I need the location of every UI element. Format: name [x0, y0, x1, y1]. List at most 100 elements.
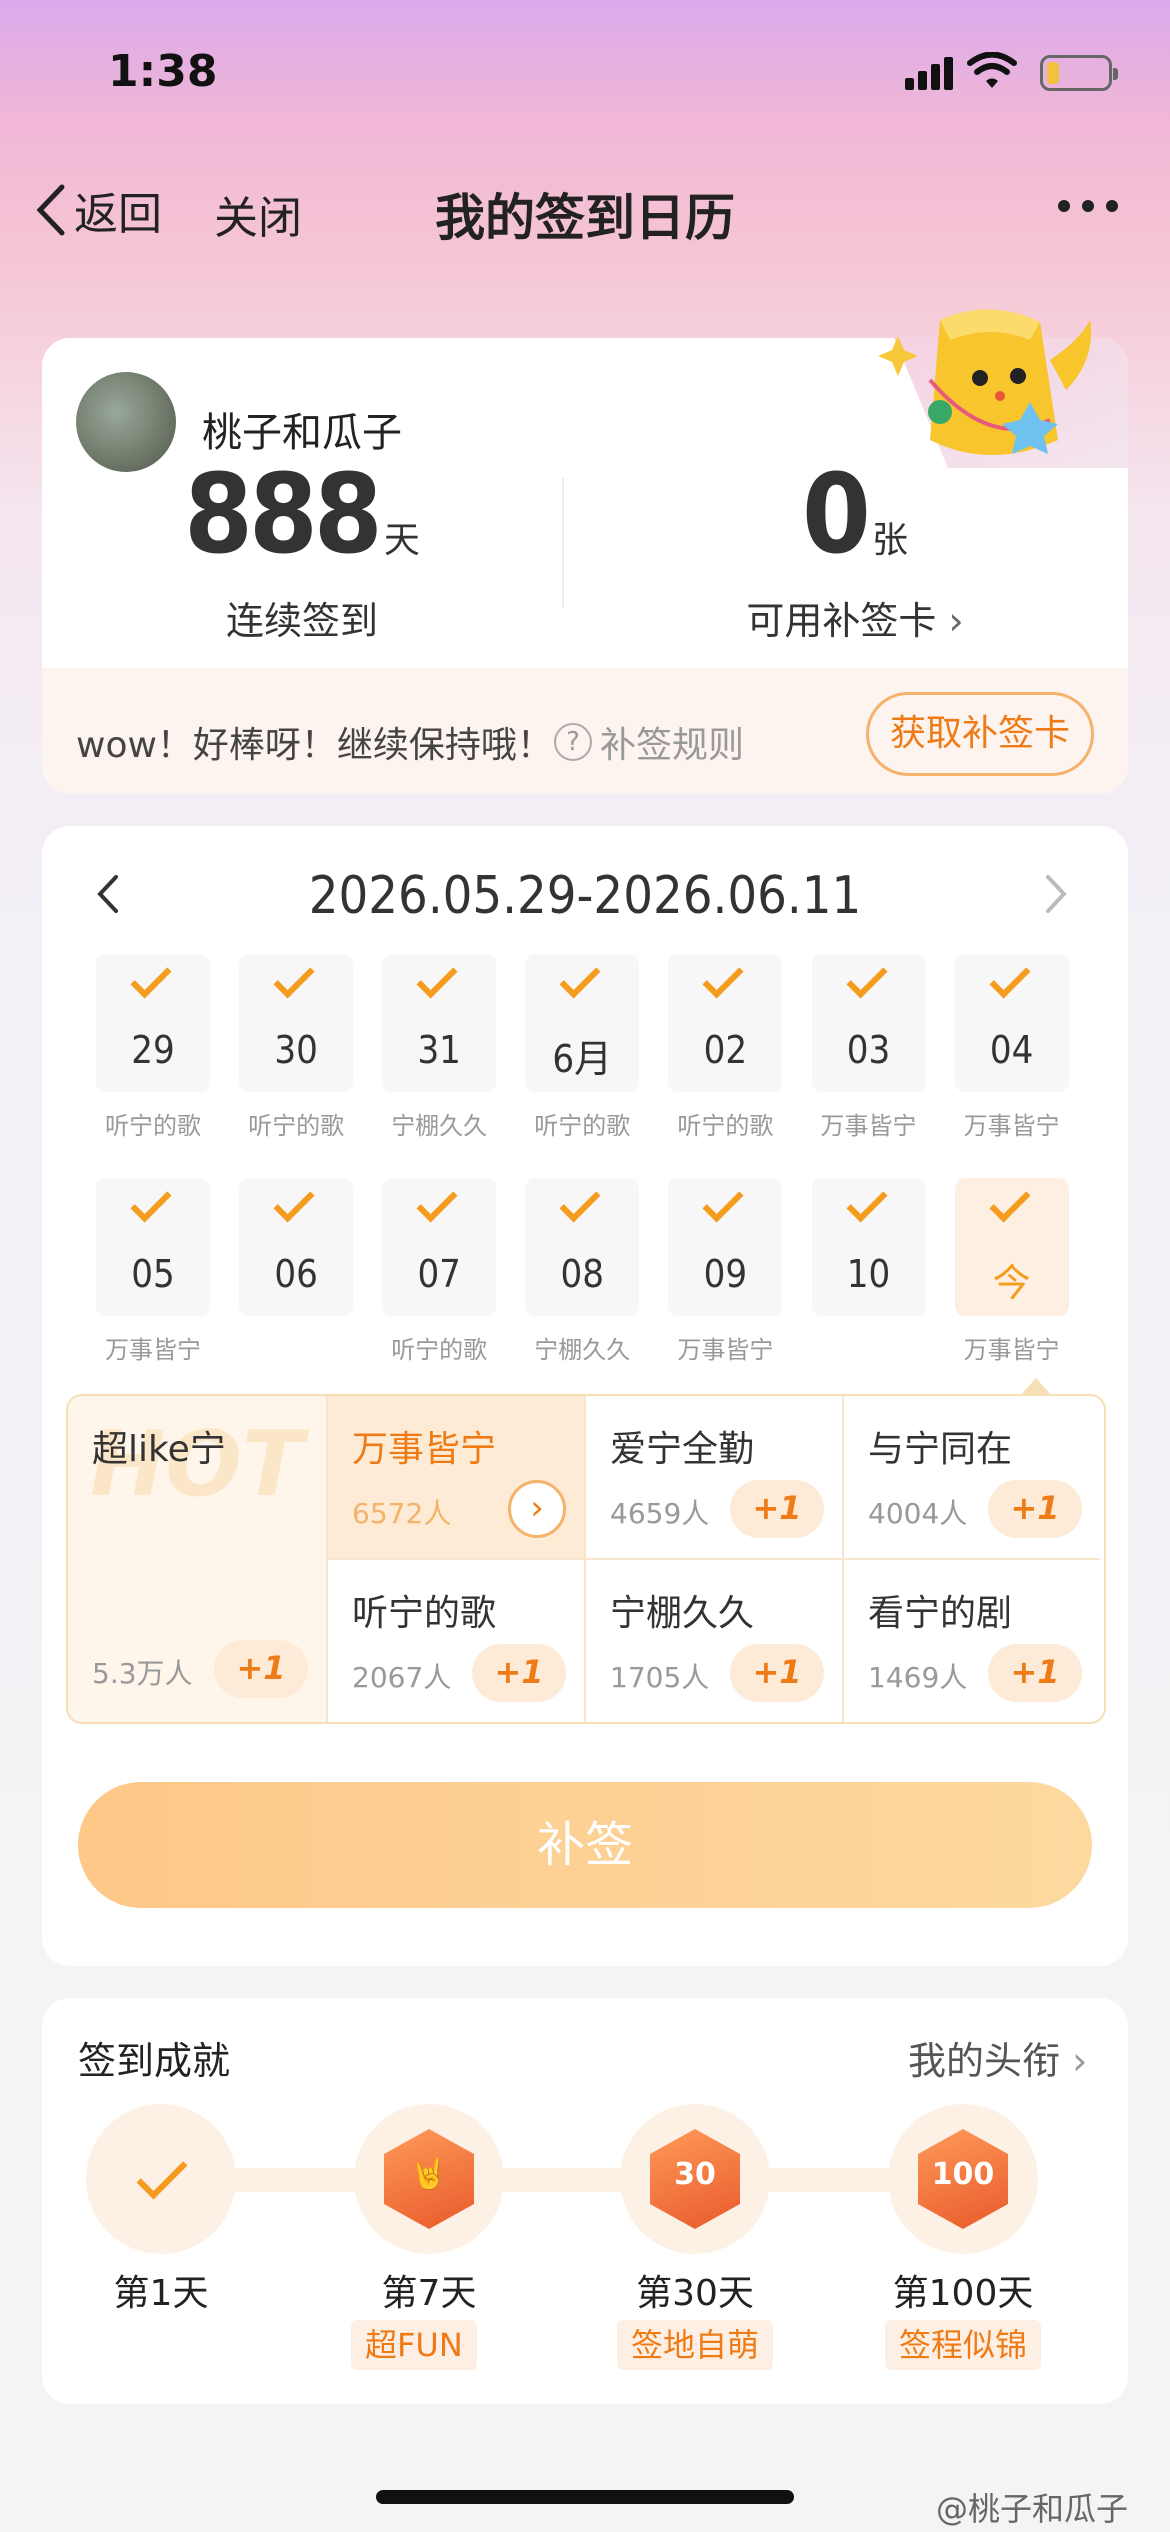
day-number: 09	[703, 1252, 748, 1296]
question-icon: ?	[554, 723, 592, 761]
day-number: 6月	[552, 1037, 613, 1081]
category-name: 爱宁全勤	[610, 1429, 755, 1470]
calendar-day[interactable]: 07	[382, 1178, 497, 1316]
achievement-card: 签到成就 我的头衔 › 第1天 🤘 第7天 超FUN 30 第30天 签地自萌 100 第100…	[42, 1998, 1128, 2404]
check-icon	[273, 1181, 315, 1223]
category-name: 万事皆宁	[352, 1429, 497, 1470]
day-number: 今	[992, 1261, 1031, 1305]
category-option[interactable]: 爱宁全勤 4659人 +1	[584, 1396, 842, 1560]
category-count: 1469人	[868, 1661, 968, 1694]
tip-text: wow！好棒呀！继续保持哦！	[76, 725, 553, 766]
get-card-button[interactable]: 获取补签卡	[866, 692, 1094, 776]
day-number: 05	[131, 1252, 175, 1296]
achievement-badge[interactable]: 30	[620, 2104, 770, 2254]
cards-unit: 张	[871, 520, 908, 561]
check-icon	[136, 2148, 188, 2200]
achievement-day-label: 第100天	[892, 2273, 1034, 2314]
calendar-card: 2026.05.29-2026.06.11 29 听宁的歌 30 听宁的歌 31 宁棚久久…	[42, 826, 1128, 1966]
plus-one-button[interactable]: +1	[730, 1480, 824, 1538]
chevron-right-icon: ›	[1072, 2039, 1088, 2083]
my-titles-label: 我的头衔	[908, 2039, 1061, 2083]
category-name: 听宁的歌	[352, 1593, 497, 1634]
day-number: 10	[846, 1252, 891, 1296]
calendar-day[interactable]: 04	[954, 954, 1069, 1092]
battery-icon	[1040, 55, 1118, 91]
day-number: 02	[703, 1028, 748, 1072]
achievement-day1[interactable]	[86, 2104, 236, 2254]
category-option[interactable]: 听宁的歌 2067人 +1	[326, 1560, 584, 1722]
chevron-right-icon: ›	[948, 599, 964, 643]
cards-label: 可用补签卡	[746, 599, 937, 643]
category-super-like[interactable]: HOT 超like宁 5.3万人 +1	[68, 1396, 326, 1722]
category-option[interactable]: 万事皆宁 6572人 ›	[326, 1396, 584, 1560]
category-option[interactable]: 与宁同在 4004人 +1	[842, 1396, 1100, 1560]
calendar-day[interactable]: 6月	[525, 954, 640, 1092]
next-week-button[interactable]	[1044, 874, 1068, 925]
plus-one-button[interactable]: +1	[988, 1644, 1082, 1702]
achievement-title-tag: 超FUN	[351, 2320, 477, 2370]
calendar-day[interactable]: 05	[96, 1178, 210, 1316]
calendar-day-today[interactable]: 今	[954, 1178, 1069, 1316]
calendar-day[interactable]: 10	[811, 1178, 926, 1316]
category-count: 6572人	[352, 1497, 452, 1530]
badge-text: 🤘	[410, 2157, 448, 2192]
day-checkin-label: 万事皆宁	[677, 1336, 774, 1364]
more-options-icon[interactable]	[1058, 200, 1118, 212]
calendar-day[interactable]: 08	[525, 1178, 640, 1316]
plus-one-button[interactable]: +1	[730, 1644, 824, 1702]
day-number: 29	[131, 1028, 175, 1072]
day-checkin-label: 万事皆宁	[963, 1112, 1060, 1140]
page-title: 我的签到日历	[435, 189, 735, 247]
calendar-day[interactable]: 29	[96, 954, 210, 1092]
plus-one-button[interactable]: +1	[988, 1480, 1082, 1538]
day-number: 30	[274, 1028, 318, 1072]
achievement-day-label: 第7天	[381, 2273, 477, 2314]
day-checkin-label: 听宁的歌	[248, 1112, 345, 1140]
cards-link[interactable]: 可用补签卡 ›	[582, 590, 1128, 645]
resign-button[interactable]: 补签	[78, 1782, 1092, 1908]
mascot-icon	[878, 309, 1091, 455]
streak-label: 连续签到	[225, 599, 378, 643]
category-name: 超like宁	[92, 1429, 226, 1470]
achievement-title: 签到成就	[78, 2039, 231, 2083]
calendar-day[interactable]: 03	[811, 954, 926, 1092]
badge-icon: 30	[650, 2129, 740, 2229]
calendar-day[interactable]: 06	[239, 1178, 354, 1316]
check-icon	[273, 957, 315, 999]
category-option[interactable]: 宁棚久久 1705人 +1	[584, 1560, 842, 1722]
streak-stat: 888 天	[42, 450, 562, 578]
check-icon	[845, 957, 888, 999]
badge-text: 100	[931, 2157, 995, 2192]
category-name: 看宁的剧	[868, 1593, 1013, 1634]
calendar-day[interactable]: 09	[668, 1178, 783, 1316]
check-icon	[702, 957, 744, 999]
calendar-day[interactable]: 31	[382, 954, 497, 1092]
achievement-badge[interactable]: 🤘	[354, 2104, 504, 2254]
day-checkin-label: 万事皆宁	[105, 1336, 201, 1364]
cellular-signal-icon	[905, 56, 955, 90]
calendar-day[interactable]: 30	[239, 954, 354, 1092]
rule-label: 补签规则	[600, 725, 745, 766]
category-option[interactable]: 看宁的剧 1469人 +1	[842, 1560, 1100, 1722]
calendar-day[interactable]: 02	[668, 954, 783, 1092]
home-indicator	[376, 2490, 794, 2504]
achievement-title-tag: 签地自萌	[617, 2320, 774, 2370]
plus-one-button[interactable]: +1	[472, 1644, 566, 1702]
chevron-right-icon	[1046, 875, 1067, 913]
badge-text: 30	[674, 2157, 716, 2192]
category-count: 4659人	[610, 1497, 710, 1530]
achievement-badge[interactable]: 100	[888, 2104, 1038, 2254]
day-number: 08	[560, 1252, 605, 1296]
day-checkin-label: 听宁的歌	[105, 1112, 201, 1140]
day-checkin-label: 听宁的歌	[391, 1336, 488, 1364]
day-checkin-label: 万事皆宁	[963, 1336, 1060, 1364]
badge-icon: 100	[918, 2129, 1008, 2229]
achievement-title-tag: 签程似锦	[885, 2320, 1042, 2370]
my-titles-link[interactable]: 我的头衔 ›	[908, 2030, 1087, 2085]
rule-link[interactable]: ? 补签规则	[554, 716, 744, 768]
day-number: 04	[989, 1028, 1034, 1072]
go-arrow-icon[interactable]: ›	[508, 1480, 566, 1538]
plus-one-button[interactable]: +1	[214, 1640, 308, 1698]
day-checkin-label: 听宁的歌	[534, 1112, 631, 1140]
streak-value: 888	[184, 450, 383, 578]
